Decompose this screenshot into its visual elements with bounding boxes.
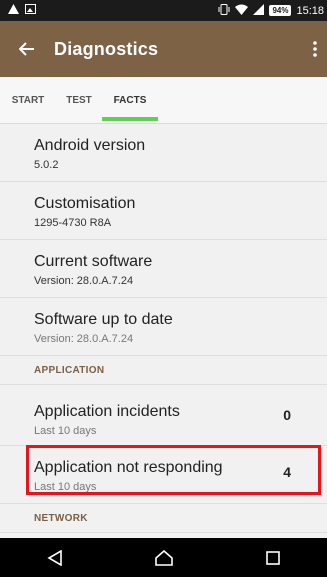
arrow-left-icon [19, 42, 34, 56]
item-label: Customisation [34, 195, 136, 212]
list-item-customisation[interactable]: Customisation 1295-4730 R8A [0, 182, 327, 240]
wifi-icon [235, 4, 249, 18]
tab-bar: START TEST FACTS [0, 77, 327, 124]
status-time: 15:18 [296, 4, 324, 17]
item-label: Application not responding [34, 459, 223, 476]
list-item-application-incidents[interactable]: Application incidents Last 10 days 0 [0, 385, 327, 446]
item-sub: Last 10 days [34, 481, 97, 493]
nav-recents-button[interactable] [248, 538, 298, 577]
list-item-software-up-to-date[interactable]: Software up to date Version: 28.0.A.7.24 [0, 298, 327, 356]
overflow-menu-button[interactable] [303, 21, 327, 77]
more-vertical-icon [313, 41, 317, 57]
tab-start[interactable]: START [0, 77, 56, 123]
back-button[interactable] [0, 21, 54, 77]
app-bar: Diagnostics [0, 21, 327, 77]
list-item-current-software[interactable]: Current software Version: 28.0.A.7.24 [0, 240, 327, 298]
item-count: 0 [283, 407, 291, 423]
status-bar: 94% 15:18 [0, 0, 327, 21]
tab-facts[interactable]: FACTS [102, 77, 158, 123]
item-label: Software up to date [34, 311, 173, 328]
section-header-network: NETWORK [0, 504, 327, 533]
battery-indicator: 94% [269, 5, 292, 16]
item-value: Version: 28.0.A.7.24 [34, 333, 134, 345]
signal-icon [253, 3, 265, 18]
item-value: 1295-4730 R8A [34, 217, 112, 229]
nav-back-button[interactable] [30, 538, 80, 577]
item-value: 5.0.2 [34, 159, 59, 171]
item-sub: Last 10 days [34, 425, 97, 437]
home-icon [154, 549, 173, 566]
tab-test[interactable]: TEST [56, 77, 102, 123]
page-title: Diagnostics [54, 38, 159, 59]
list-item-application-not-responding[interactable]: Application not responding Last 10 days … [0, 446, 327, 504]
triangle-back-icon [46, 549, 62, 566]
image-notification-icon [25, 4, 36, 17]
item-label: Current software [34, 253, 153, 270]
item-label: Application incidents [34, 403, 180, 420]
item-count: 4 [283, 464, 291, 480]
square-recents-icon [265, 550, 280, 565]
warning-icon [8, 4, 19, 17]
item-value: Version: 28.0.A.7.24 [34, 275, 134, 287]
item-label: Android version [34, 137, 146, 154]
vibrate-icon [218, 3, 230, 18]
list-item-android-version[interactable]: Android version 5.0.2 [0, 124, 327, 182]
navigation-bar [0, 538, 327, 577]
section-header-application: APPLICATION [0, 356, 327, 385]
facts-list[interactable]: Android version 5.0.2 Customisation 1295… [0, 124, 327, 538]
nav-home-button[interactable] [139, 538, 189, 577]
